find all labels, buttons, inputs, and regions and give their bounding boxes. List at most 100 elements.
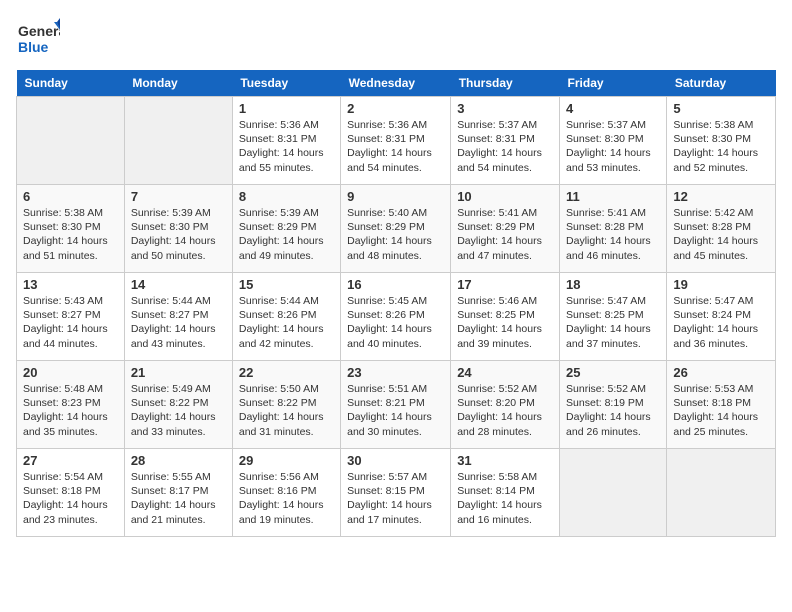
day-number: 8 — [239, 189, 334, 204]
day-number: 10 — [457, 189, 553, 204]
day-info: Sunrise: 5:39 AMSunset: 8:30 PMDaylight:… — [131, 206, 226, 263]
calendar-cell: 7Sunrise: 5:39 AMSunset: 8:30 PMDaylight… — [124, 185, 232, 273]
day-number: 19 — [673, 277, 769, 292]
calendar-cell: 25 Sunrise: 5:52 AMSunset: 8:19 PMDayligh… — [560, 361, 667, 449]
calendar-table: SundayMondayTuesdayWednesdayThursdayFrid… — [16, 70, 776, 537]
day-info: Sunrise: 5:40 AMSunset: 8:29 PMDaylight:… — [347, 206, 444, 263]
day-info: Sunrise: 5:48 AMSunset: 8:23 PMDaylight:… — [23, 382, 118, 439]
day-number: 2 — [347, 101, 444, 116]
calendar-cell: 20 Sunrise: 5:48 AMSunset: 8:23 PMDayligh… — [17, 361, 125, 449]
day-info: Sunrise: 5:38 AMSunset: 8:30 PMDaylight:… — [673, 118, 769, 175]
day-number: 17 — [457, 277, 553, 292]
calendar-cell: 27Sunrise: 5:54 AMSunset: 8:18 PMDayligh… — [17, 449, 125, 537]
day-info: Sunrise: 5:36 AMSunset: 8:31 PMDaylight:… — [239, 118, 334, 175]
calendar-header-row: SundayMondayTuesdayWednesdayThursdayFrid… — [17, 70, 776, 97]
calendar-cell: 26 Sunrise: 5:53 AMSunset: 8:18 PMDayligh… — [667, 361, 776, 449]
day-info: Sunrise: 5:46 AMSunset: 8:25 PMDaylight:… — [457, 294, 553, 351]
day-number: 15 — [239, 277, 334, 292]
week-row: 6 Sunrise: 5:38 AMSunset: 8:30 PMDaylight… — [17, 185, 776, 273]
day-number: 26 — [673, 365, 769, 380]
logo-container: General Blue — [16, 16, 60, 60]
logo-icon: General Blue — [16, 16, 60, 60]
day-info: Sunrise: 5:43 AMSunset: 8:27 PMDaylight:… — [23, 294, 118, 351]
day-number: 5 — [673, 101, 769, 116]
day-number: 25 — [566, 365, 660, 380]
calendar-cell: 30 Sunrise: 5:57 AMSunset: 8:15 PMDayligh… — [341, 449, 451, 537]
day-info: Sunrise: 5:53 AMSunset: 8:18 PMDaylight:… — [673, 382, 769, 439]
day-info: Sunrise: 5:47 AMSunset: 8:24 PMDaylight:… — [673, 294, 769, 351]
day-info: Sunrise: 5:52 AMSunset: 8:19 PMDaylight:… — [566, 382, 660, 439]
calendar-cell: 3 Sunrise: 5:37 AMSunset: 8:31 PMDaylight… — [451, 97, 560, 185]
day-info: Sunrise: 5:45 AMSunset: 8:26 PMDaylight:… — [347, 294, 444, 351]
page-header: General Blue — [16, 16, 776, 60]
week-row: 20 Sunrise: 5:48 AMSunset: 8:23 PMDayligh… — [17, 361, 776, 449]
day-info: Sunrise: 5:47 AMSunset: 8:25 PMDaylight:… — [566, 294, 660, 351]
week-row: 13 Sunrise: 5:43 AMSunset: 8:27 PMDayligh… — [17, 273, 776, 361]
day-number: 30 — [347, 453, 444, 468]
logo: General Blue — [16, 16, 60, 60]
day-number: 18 — [566, 277, 660, 292]
calendar-cell — [667, 449, 776, 537]
day-info: Sunrise: 5:44 AMSunset: 8:27 PMDaylight:… — [131, 294, 226, 351]
svg-text:Blue: Blue — [18, 39, 49, 55]
calendar-cell: 22 Sunrise: 5:50 AMSunset: 8:22 PMDayligh… — [232, 361, 340, 449]
day-number: 22 — [239, 365, 334, 380]
day-info: Sunrise: 5:54 AMSunset: 8:18 PMDaylight:… — [23, 470, 118, 527]
day-number: 3 — [457, 101, 553, 116]
calendar-cell: 11 Sunrise: 5:41 AMSunset: 8:28 PMDayligh… — [560, 185, 667, 273]
day-info: Sunrise: 5:55 AMSunset: 8:17 PMDaylight:… — [131, 470, 226, 527]
day-of-week-header: Monday — [124, 70, 232, 97]
day-number: 12 — [673, 189, 769, 204]
calendar-cell — [560, 449, 667, 537]
day-info: Sunrise: 5:51 AMSunset: 8:21 PMDaylight:… — [347, 382, 444, 439]
day-number: 31 — [457, 453, 553, 468]
day-number: 23 — [347, 365, 444, 380]
calendar-cell: 28 Sunrise: 5:55 AMSunset: 8:17 PMDayligh… — [124, 449, 232, 537]
day-info: Sunrise: 5:41 AMSunset: 8:28 PMDaylight:… — [566, 206, 660, 263]
calendar-cell: 18 Sunrise: 5:47 AMSunset: 8:25 PMDayligh… — [560, 273, 667, 361]
calendar-cell: 6 Sunrise: 5:38 AMSunset: 8:30 PMDaylight… — [17, 185, 125, 273]
week-row: 1Sunrise: 5:36 AMSunset: 8:31 PMDaylight… — [17, 97, 776, 185]
day-number: 4 — [566, 101, 660, 116]
day-number: 11 — [566, 189, 660, 204]
day-of-week-header: Sunday — [17, 70, 125, 97]
calendar-cell: 5 Sunrise: 5:38 AMSunset: 8:30 PMDaylight… — [667, 97, 776, 185]
day-info: Sunrise: 5:37 AMSunset: 8:30 PMDaylight:… — [566, 118, 660, 175]
day-number: 6 — [23, 189, 118, 204]
day-info: Sunrise: 5:50 AMSunset: 8:22 PMDaylight:… — [239, 382, 334, 439]
day-number: 13 — [23, 277, 118, 292]
calendar-cell: 16Sunrise: 5:45 AMSunset: 8:26 PMDayligh… — [341, 273, 451, 361]
calendar-cell: 15 Sunrise: 5:44 AMSunset: 8:26 PMDayligh… — [232, 273, 340, 361]
calendar-cell: 31 Sunrise: 5:58 AMSunset: 8:14 PMDayligh… — [451, 449, 560, 537]
day-of-week-header: Tuesday — [232, 70, 340, 97]
day-number: 21 — [131, 365, 226, 380]
calendar-cell: 24Sunrise: 5:52 AMSunset: 8:20 PMDayligh… — [451, 361, 560, 449]
calendar-cell: 8Sunrise: 5:39 AMSunset: 8:29 PMDaylight… — [232, 185, 340, 273]
day-info: Sunrise: 5:38 AMSunset: 8:30 PMDaylight:… — [23, 206, 118, 263]
day-info: Sunrise: 5:58 AMSunset: 8:14 PMDaylight:… — [457, 470, 553, 527]
day-of-week-header: Wednesday — [341, 70, 451, 97]
day-info: Sunrise: 5:41 AMSunset: 8:29 PMDaylight:… — [457, 206, 553, 263]
day-number: 28 — [131, 453, 226, 468]
calendar-cell: 1Sunrise: 5:36 AMSunset: 8:31 PMDaylight… — [232, 97, 340, 185]
day-info: Sunrise: 5:44 AMSunset: 8:26 PMDaylight:… — [239, 294, 334, 351]
day-info: Sunrise: 5:37 AMSunset: 8:31 PMDaylight:… — [457, 118, 553, 175]
day-of-week-header: Thursday — [451, 70, 560, 97]
calendar-cell: 19 Sunrise: 5:47 AMSunset: 8:24 PMDayligh… — [667, 273, 776, 361]
day-number: 14 — [131, 277, 226, 292]
day-info: Sunrise: 5:57 AMSunset: 8:15 PMDaylight:… — [347, 470, 444, 527]
day-number: 29 — [239, 453, 334, 468]
day-number: 20 — [23, 365, 118, 380]
calendar-cell: 21 Sunrise: 5:49 AMSunset: 8:22 PMDayligh… — [124, 361, 232, 449]
calendar-cell: 29 Sunrise: 5:56 AMSunset: 8:16 PMDayligh… — [232, 449, 340, 537]
day-info: Sunrise: 5:49 AMSunset: 8:22 PMDaylight:… — [131, 382, 226, 439]
day-of-week-header: Saturday — [667, 70, 776, 97]
day-number: 9 — [347, 189, 444, 204]
week-row: 27Sunrise: 5:54 AMSunset: 8:18 PMDayligh… — [17, 449, 776, 537]
calendar-cell: 9 Sunrise: 5:40 AMSunset: 8:29 PMDaylight… — [341, 185, 451, 273]
day-info: Sunrise: 5:42 AMSunset: 8:28 PMDaylight:… — [673, 206, 769, 263]
day-number: 24 — [457, 365, 553, 380]
day-info: Sunrise: 5:56 AMSunset: 8:16 PMDaylight:… — [239, 470, 334, 527]
calendar-cell: 17 Sunrise: 5:46 AMSunset: 8:25 PMDayligh… — [451, 273, 560, 361]
calendar-cell — [17, 97, 125, 185]
